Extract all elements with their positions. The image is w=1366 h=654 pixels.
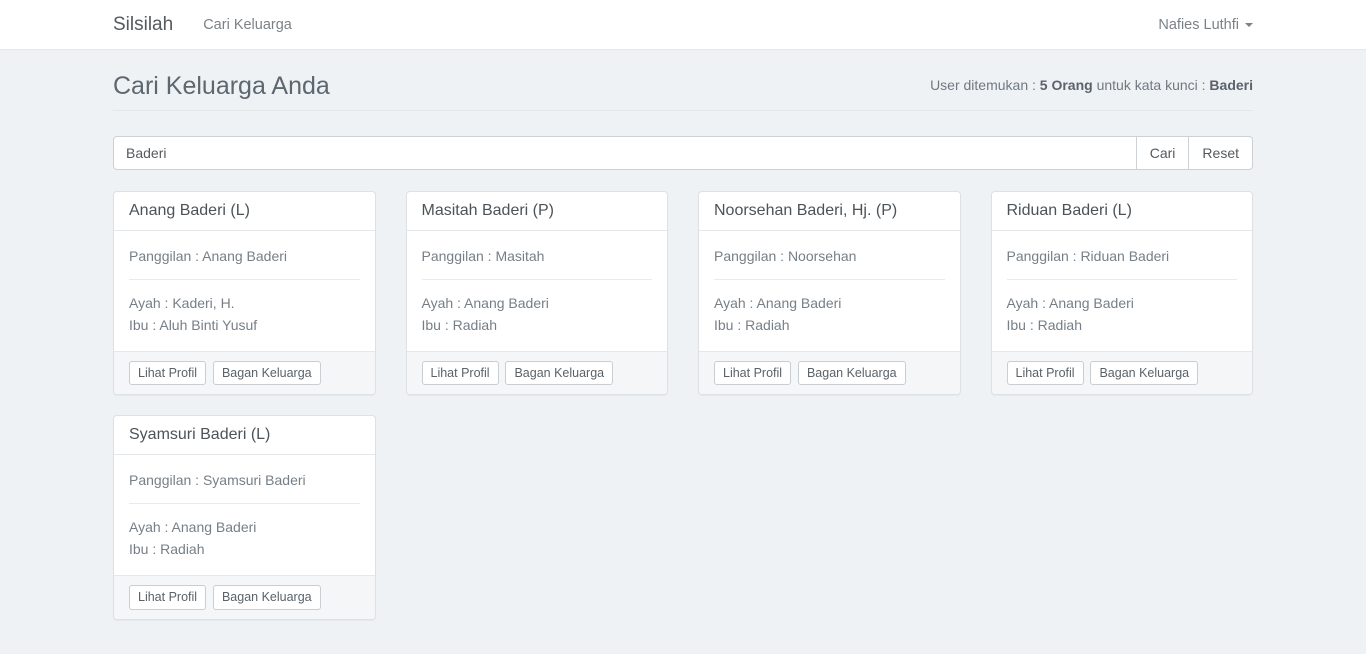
divider [1007,279,1238,280]
divider [129,279,360,280]
nav-item-cari-keluarga[interactable]: Cari Keluarga [203,17,292,33]
reset-button[interactable]: Reset [1188,136,1253,170]
divider [129,503,360,504]
brand-link[interactable]: Silsilah [113,14,173,36]
divider [714,279,945,280]
person-card-title: Syamsuri Baderi (L) [114,416,375,455]
summary-prefix: User ditemukan : [930,77,1040,93]
bagan-keluarga-button[interactable]: Bagan Keluarga [213,585,321,609]
search-form: Cari Reset [113,136,1253,170]
person-card: Riduan Baderi (L) Panggilan : Riduan Bad… [991,191,1254,395]
person-card-footer: Lihat Profil Bagan Keluarga [699,351,960,394]
result-column: Riduan Baderi (L) Panggilan : Riduan Bad… [976,191,1269,395]
result-summary: User ditemukan : 5 Orang untuk kata kunc… [930,77,1253,93]
person-card-body: Panggilan : Riduan Baderi Ayah : Anang B… [992,231,1253,351]
page-header: Cari Keluarga Anda User ditemukan : 5 Or… [113,72,1253,111]
person-card: Masitah Baderi (P) Panggilan : Masitah A… [406,191,669,395]
bagan-keluarga-button[interactable]: Bagan Keluarga [213,361,321,385]
person-father: Ayah : Anang Baderi [714,292,945,314]
person-card-body: Panggilan : Noorsehan Ayah : Anang Bader… [699,231,960,351]
person-mother: Ibu : Radiah [714,314,945,336]
person-card-title: Riduan Baderi (L) [992,192,1253,231]
search-button[interactable]: Cari [1136,136,1190,170]
person-nickname: Panggilan : Syamsuri Baderi [129,470,360,491]
summary-count: 5 Orang [1040,77,1093,93]
person-nickname: Panggilan : Masitah [422,246,653,267]
divider [422,279,653,280]
lihat-profil-button[interactable]: Lihat Profil [129,361,206,385]
person-father: Ayah : Anang Baderi [129,516,360,538]
person-card-body: Panggilan : Syamsuri Baderi Ayah : Anang… [114,455,375,575]
person-father: Ayah : Kaderi, H. [129,292,360,314]
user-name: Nafies Luthfi [1158,17,1239,33]
person-mother: Ibu : Radiah [422,314,653,336]
person-card-title: Masitah Baderi (P) [407,192,668,231]
person-card: Noorsehan Baderi, Hj. (P) Panggilan : No… [698,191,961,395]
person-card-body: Panggilan : Masitah Ayah : Anang Baderi … [407,231,668,351]
navbar: Silsilah Cari Keluarga Nafies Luthfi [0,0,1366,50]
person-card-footer: Lihat Profil Bagan Keluarga [992,351,1253,394]
person-nickname: Panggilan : Anang Baderi [129,246,360,267]
navbar-right: Nafies Luthfi [1158,16,1253,33]
person-card: Anang Baderi (L) Panggilan : Anang Bader… [113,191,376,395]
person-mother: Ibu : Radiah [129,538,360,560]
person-card: Syamsuri Baderi (L) Panggilan : Syamsuri… [113,415,376,619]
summary-middle: untuk kata kunci : [1093,77,1210,93]
result-column: Anang Baderi (L) Panggilan : Anang Bader… [98,191,391,395]
bagan-keluarga-button[interactable]: Bagan Keluarga [798,361,906,385]
caret-down-icon [1245,23,1253,27]
results-grid: Anang Baderi (L) Panggilan : Anang Bader… [98,191,1268,640]
person-father: Ayah : Anang Baderi [1007,292,1238,314]
result-column: Syamsuri Baderi (L) Panggilan : Syamsuri… [98,415,391,619]
lihat-profil-button[interactable]: Lihat Profil [1007,361,1084,385]
lihat-profil-button[interactable]: Lihat Profil [129,585,206,609]
person-card-footer: Lihat Profil Bagan Keluarga [114,351,375,394]
user-menu-toggle[interactable]: Nafies Luthfi [1158,17,1253,33]
person-card-title: Anang Baderi (L) [114,192,375,231]
person-card-title: Noorsehan Baderi, Hj. (P) [699,192,960,231]
search-input[interactable] [113,136,1137,170]
page-title: Cari Keluarga Anda [113,72,330,101]
main-content: Cari Keluarga Anda User ditemukan : 5 Or… [0,72,1366,640]
lihat-profil-button[interactable]: Lihat Profil [422,361,499,385]
result-column: Noorsehan Baderi, Hj. (P) Panggilan : No… [683,191,976,395]
bagan-keluarga-button[interactable]: Bagan Keluarga [505,361,613,385]
person-nickname: Panggilan : Noorsehan [714,246,945,267]
person-card-body: Panggilan : Anang Baderi Ayah : Kaderi, … [114,231,375,351]
person-mother: Ibu : Radiah [1007,314,1238,336]
person-father: Ayah : Anang Baderi [422,292,653,314]
person-card-footer: Lihat Profil Bagan Keluarga [114,575,375,618]
search-button-group: Cari Reset [1137,136,1253,170]
summary-keyword: Baderi [1209,77,1253,93]
person-card-footer: Lihat Profil Bagan Keluarga [407,351,668,394]
person-mother: Ibu : Aluh Binti Yusuf [129,314,360,336]
result-column: Masitah Baderi (P) Panggilan : Masitah A… [391,191,684,395]
lihat-profil-button[interactable]: Lihat Profil [714,361,791,385]
person-nickname: Panggilan : Riduan Baderi [1007,246,1238,267]
bagan-keluarga-button[interactable]: Bagan Keluarga [1090,361,1198,385]
